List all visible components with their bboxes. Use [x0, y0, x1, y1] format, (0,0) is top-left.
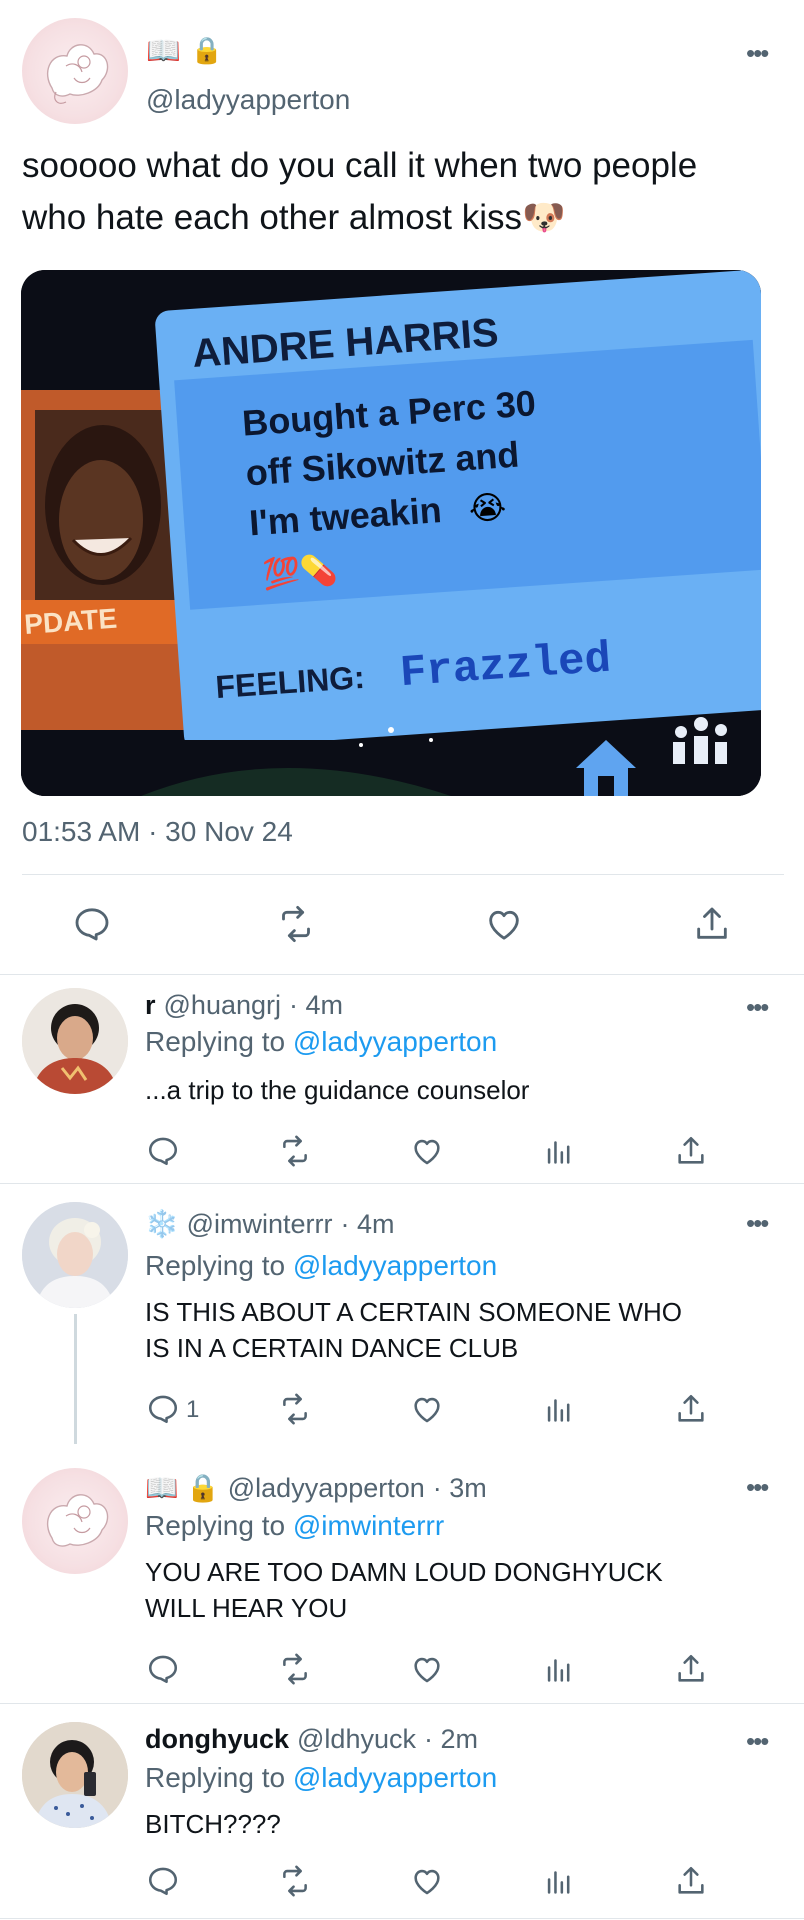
reply-icon[interactable]: [146, 1864, 180, 1898]
puppy-emoji: 🐶: [521, 198, 566, 237]
reply-count: 1: [186, 1396, 200, 1423]
reply-avatar[interactable]: [22, 988, 128, 1094]
divider: [22, 874, 784, 875]
more-options-icon[interactable]: •••: [746, 1728, 769, 1754]
reply-tweet[interactable]: 📖 🔒 @ladyyapperton · 3m ••• Replying to …: [0, 1444, 804, 1704]
share-icon[interactable]: [674, 1392, 708, 1426]
reply-name-line: 📖 🔒 @ladyyapperton · 3m: [145, 1472, 487, 1504]
share-icon[interactable]: [674, 1134, 708, 1168]
reply-name-line: r @huangrj · 4m: [145, 990, 343, 1021]
retweet-icon[interactable]: [276, 904, 316, 944]
book-icon: 📖: [146, 35, 181, 66]
retweet-icon[interactable]: [278, 1392, 312, 1426]
reply-icon[interactable]: [146, 1652, 180, 1686]
reply-name-line: donghyuck @ldhyuck · 2m: [145, 1724, 478, 1755]
views-icon[interactable]: [542, 1134, 576, 1168]
replying-prefix: Replying to: [145, 1026, 286, 1057]
more-options-icon[interactable]: •••: [746, 994, 769, 1020]
reply-handle[interactable]: @imwinterrr: [187, 1209, 333, 1240]
reply-tweet[interactable]: donghyuck @ldhyuck · 2m ••• Replying to …: [0, 1704, 804, 1920]
reply-body-line-2: IS IN A CERTAIN DANCE CLUB: [145, 1333, 519, 1363]
snowflake-icon: ❄️: [145, 1209, 179, 1239]
reply-avatar[interactable]: [22, 1468, 128, 1574]
share-icon[interactable]: [692, 904, 732, 944]
author-handle[interactable]: @ladyyapperton: [146, 84, 350, 116]
reply-time: · 4m: [289, 990, 343, 1020]
author-avatar[interactable]: [22, 18, 128, 124]
reply-tweet[interactable]: r @huangrj · 4m ••• Replying to @ladyyap…: [0, 974, 804, 1184]
reply-body-line-2: WILL HEAR YOU: [145, 1593, 348, 1623]
replying-to-line: Replying to @ladyyapperton: [145, 1250, 497, 1282]
reply-name-line: ❄️ @imwinterrr · 4m: [145, 1208, 395, 1240]
reply-body-line-1: BITCH????: [145, 1809, 281, 1839]
tweet-image[interactable]: PDATE ANDRE HARRIS Bought a Perc 30 off …: [21, 270, 761, 796]
reply-time: · 2m: [423, 1724, 478, 1754]
reply-body-line-1: ...a trip to the guidance counselor: [145, 1075, 530, 1105]
replying-to-line: Replying to @ladyyapperton: [145, 1026, 497, 1058]
replying-prefix: Replying to: [145, 1762, 286, 1793]
views-icon[interactable]: [542, 1392, 576, 1426]
more-options-icon[interactable]: •••: [746, 1210, 769, 1236]
reply-body: IS THIS ABOUT A CERTAIN SOMEONE WHO IS I…: [145, 1294, 765, 1366]
views-icon[interactable]: [542, 1864, 576, 1898]
reply-body: BITCH????: [145, 1806, 765, 1842]
replying-mention[interactable]: @ladyyapperton: [293, 1762, 497, 1793]
reply-body-line-1: YOU ARE TOO DAMN LOUD DONGHYUCK: [145, 1557, 663, 1587]
replying-to-line: Replying to @imwinterrr: [145, 1510, 444, 1542]
main-tweet: 📖 🔒 @ladyyapperton ••• sooooo what do yo…: [0, 0, 804, 975]
book-lock-badges: 📖 🔒: [145, 1473, 220, 1503]
like-icon[interactable]: [410, 1652, 444, 1686]
author-badges: 📖 🔒: [146, 34, 223, 67]
like-icon[interactable]: [410, 1392, 444, 1426]
image-update-text: PDATE: [23, 603, 118, 640]
like-icon[interactable]: [484, 904, 524, 944]
tweet-text-line-2: who hate each other almost kiss: [22, 198, 522, 237]
replying-to-line: Replying to @ladyyapperton: [145, 1762, 497, 1794]
retweet-icon[interactable]: [278, 1134, 312, 1168]
display-name[interactable]: r: [145, 990, 156, 1021]
reply-time: · 4m: [340, 1208, 395, 1239]
replying-prefix: Replying to: [145, 1510, 286, 1541]
views-icon[interactable]: [542, 1652, 576, 1686]
tweet-text-line-1: sooooo what do you call it when two peop…: [22, 146, 698, 185]
like-icon[interactable]: [410, 1134, 444, 1168]
reply-body: ...a trip to the guidance counselor: [145, 1072, 765, 1108]
replying-mention[interactable]: @imwinterrr: [293, 1510, 444, 1541]
more-options-icon[interactable]: •••: [746, 40, 769, 66]
tweet-timestamp[interactable]: 01:53 AM · 30 Nov 24: [22, 816, 293, 848]
tweet-text: sooooo what do you call it when two peop…: [22, 140, 792, 244]
reply-icon[interactable]: [146, 1392, 180, 1426]
share-icon[interactable]: [674, 1864, 708, 1898]
share-icon[interactable]: [674, 1652, 708, 1686]
reply-body: YOU ARE TOO DAMN LOUD DONGHYUCK WILL HEA…: [145, 1554, 765, 1626]
retweet-icon[interactable]: [278, 1864, 312, 1898]
reply-icon[interactable]: [146, 1134, 180, 1168]
display-name[interactable]: donghyuck: [145, 1724, 289, 1755]
reply-avatar[interactable]: [22, 1722, 128, 1828]
retweet-icon[interactable]: [278, 1652, 312, 1686]
reply-handle[interactable]: @ldhyuck: [297, 1724, 416, 1755]
reply-tweet[interactable]: ❄️ @imwinterrr · 4m ••• Replying to @lad…: [0, 1184, 804, 1444]
reply-body-line-1: IS THIS ABOUT A CERTAIN SOMEONE WHO: [145, 1297, 682, 1327]
reply-handle[interactable]: @ladyyapperton: [228, 1473, 425, 1504]
image-update-label: PDATE: [23, 603, 118, 640]
replying-mention[interactable]: @ladyyapperton: [293, 1026, 497, 1057]
image-crying-emoji: 😭: [468, 489, 508, 528]
lock-icon: 🔒: [190, 35, 224, 65]
more-options-icon[interactable]: •••: [746, 1474, 769, 1500]
reply-icon[interactable]: [72, 904, 112, 944]
reply-handle[interactable]: @huangrj: [164, 990, 281, 1021]
reply-time: · 3m: [432, 1472, 487, 1503]
thread-connector: [74, 1314, 77, 1444]
like-icon[interactable]: [410, 1864, 444, 1898]
divider: [0, 1918, 804, 1919]
replying-mention[interactable]: @ladyyapperton: [293, 1250, 497, 1281]
reply-avatar[interactable]: [22, 1202, 128, 1308]
replying-prefix: Replying to: [145, 1250, 286, 1281]
